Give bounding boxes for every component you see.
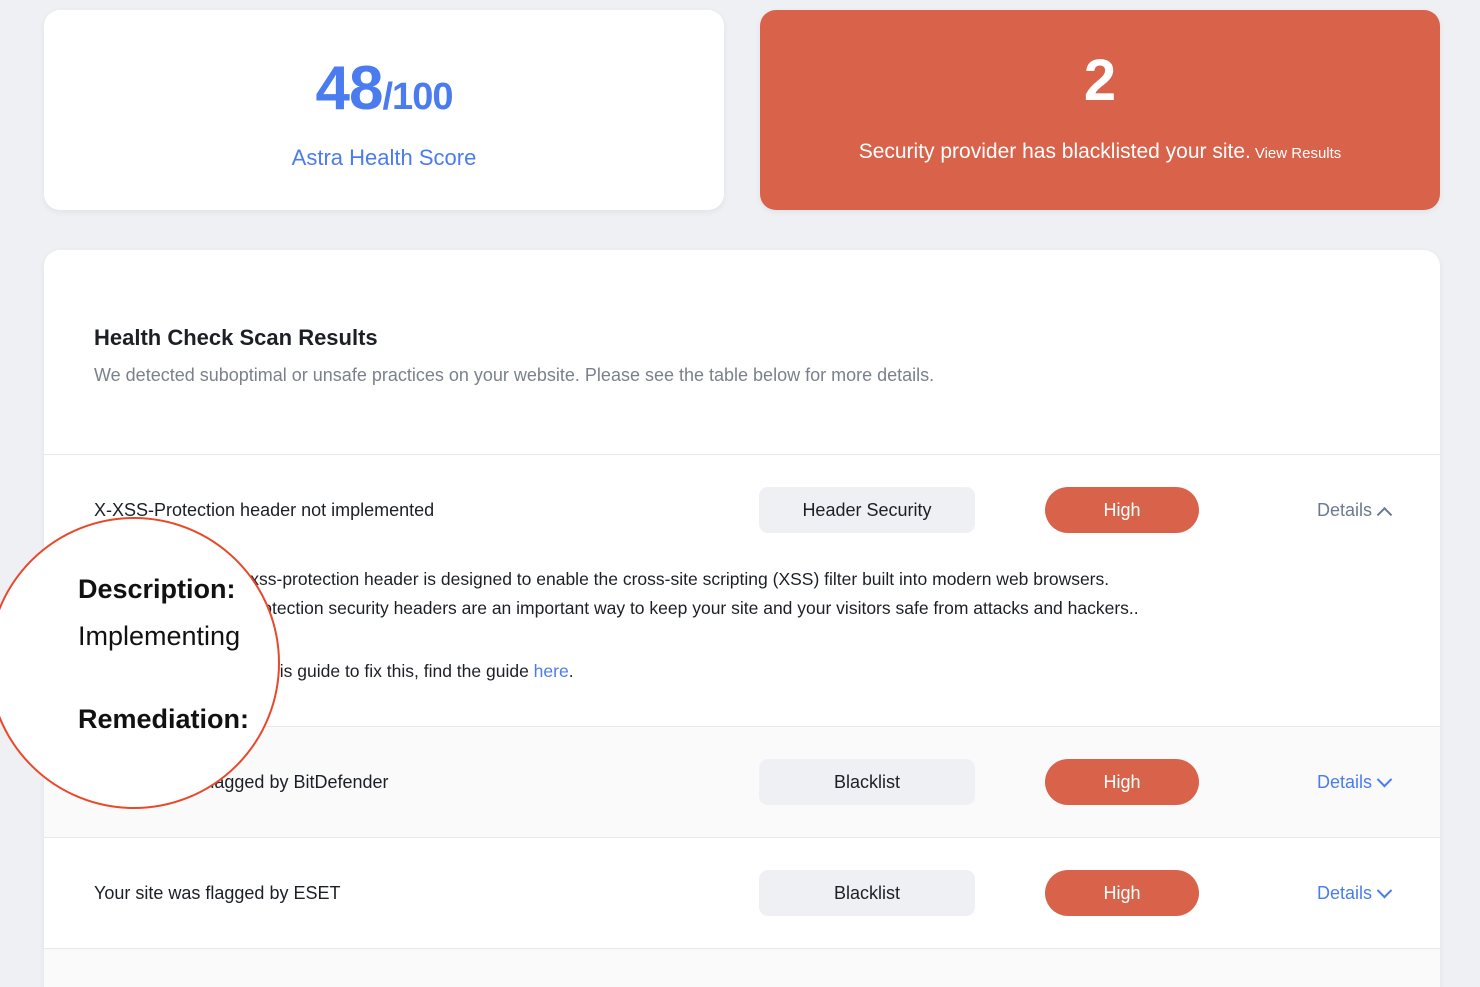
- remediation-block: Remediation: Follow this guide to fix th…: [94, 657, 1390, 686]
- table-row: Your site was flagged by ESET Blacklist …: [44, 838, 1440, 949]
- row-summary: Your site was flagged by ESET Blacklist …: [44, 838, 1440, 948]
- annotation-description-label: Description:: [78, 574, 236, 604]
- severity-badge: High: [1044, 487, 1199, 533]
- panel-subtitle: We detected suboptimal or unsafe practic…: [94, 365, 935, 385]
- details-toggle-label: Details: [1316, 499, 1372, 520]
- issue-category-badge: Blacklist: [758, 759, 975, 805]
- view-results-link[interactable]: View Results: [1255, 145, 1341, 162]
- remediation-text-after: .: [568, 661, 574, 681]
- details-toggle-label: Details: [1316, 882, 1372, 903]
- page-root: 48/100 Astra Health Score 2 Security pro…: [0, 0, 1480, 987]
- details-toggle[interactable]: Details: [1316, 771, 1393, 793]
- health-score-card: 48/100 Astra Health Score: [44, 10, 724, 210]
- chevron-down-icon: [1376, 882, 1393, 898]
- severity-badge: High: [1044, 759, 1199, 805]
- summary-cards-row: 48/100 Astra Health Score 2 Security pro…: [44, 10, 1440, 210]
- severity-badge: High: [1044, 870, 1199, 916]
- details-toggle-label: Details: [1316, 771, 1372, 792]
- zoom-annotation-content: Description: Implementing Remediation:: [0, 519, 278, 807]
- annotation-remediation-label: Remediation:: [78, 704, 250, 734]
- chevron-up-icon: [1376, 506, 1393, 523]
- chevron-down-icon: [1376, 771, 1393, 787]
- remediation-guide-link[interactable]: here: [534, 661, 569, 681]
- table-row-partial: [44, 949, 1440, 987]
- row-summary: [44, 949, 1440, 987]
- panel-header: Health Check Scan Results We detected su…: [44, 250, 1440, 455]
- health-score-max: /100: [382, 76, 454, 118]
- description-text-1: The x-xss-protection header is designed …: [200, 569, 1110, 589]
- blacklist-message-wrap: Security provider has blacklisted your s…: [859, 140, 1342, 164]
- blacklist-message: Security provider has blacklisted your s…: [858, 140, 1251, 163]
- issue-title: X-XSS-Protection header not implemented: [94, 499, 435, 520]
- health-score-number: 48: [315, 54, 384, 123]
- health-score-value: 48/100: [316, 58, 454, 120]
- blacklist-count: 2: [1083, 48, 1117, 113]
- issue-category-badge: Blacklist: [758, 870, 975, 916]
- details-toggle[interactable]: Details: [1316, 882, 1393, 904]
- description-block: Description: The x-xss-protection header…: [94, 565, 1390, 623]
- page-title: Health Check Scan Results: [94, 325, 378, 350]
- zoom-annotation-circle: Description: Implementing Remediation:: [0, 517, 280, 809]
- details-toggle[interactable]: Details: [1316, 499, 1393, 523]
- issue-title: Your site was flagged by ESET: [94, 882, 341, 903]
- annotation-implementing-text: Implementing: [78, 621, 241, 651]
- health-score-label: Astra Health Score: [291, 145, 477, 170]
- blacklist-alert-card: 2 Security provider has blacklisted your…: [760, 10, 1440, 210]
- issue-category-badge: Header Security: [758, 487, 975, 533]
